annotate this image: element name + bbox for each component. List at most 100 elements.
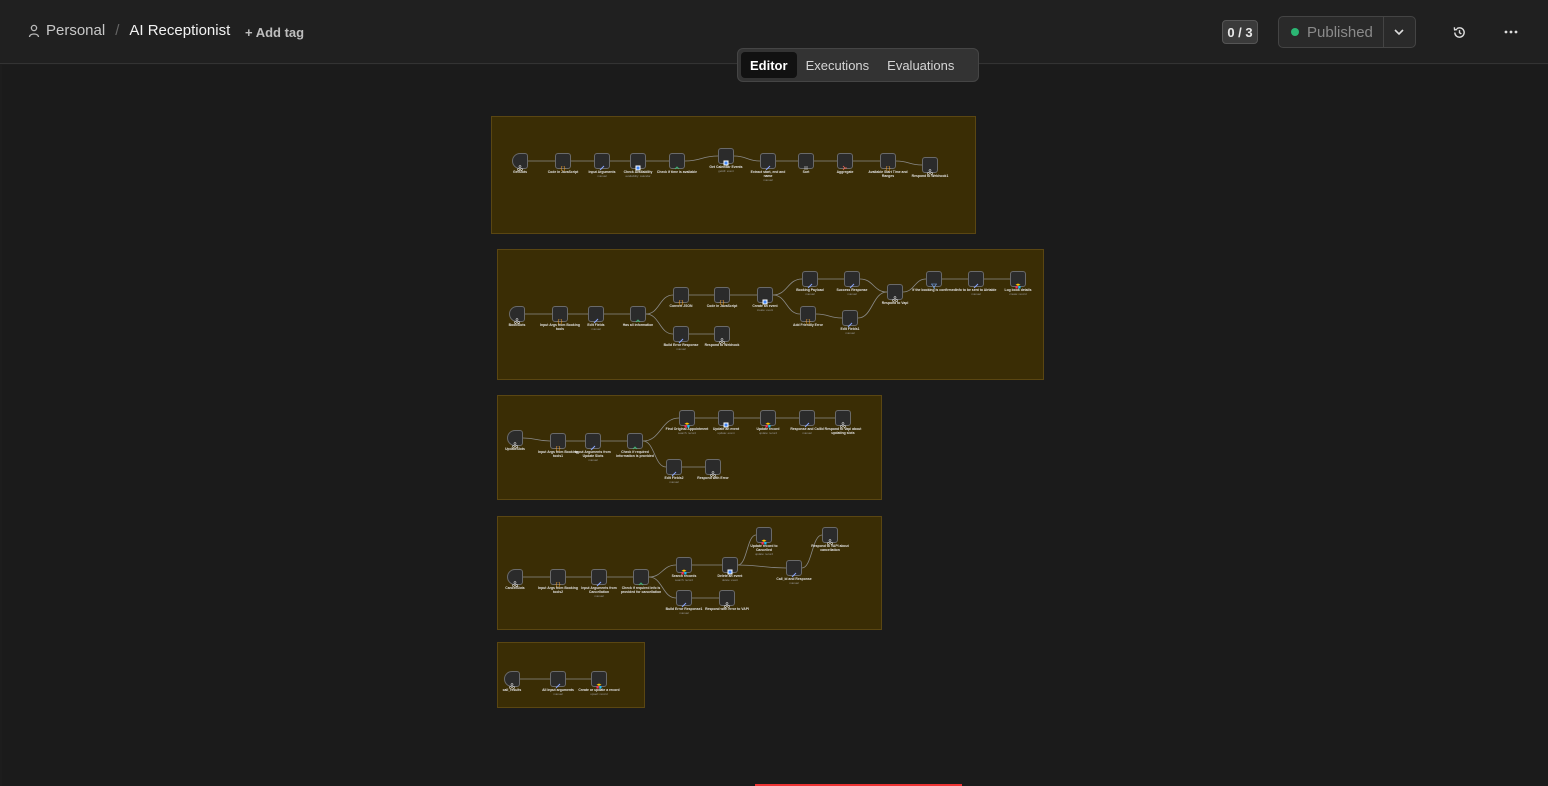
- node-title: call_results: [502, 688, 522, 692]
- tab-executions[interactable]: Executions: [797, 52, 879, 78]
- workflow-node[interactable]: [504, 671, 520, 689]
- node-title: Check if required information is provide…: [616, 450, 654, 458]
- active-counter-badge[interactable]: 0 / 3: [1222, 20, 1258, 44]
- workflow-node[interactable]: [822, 527, 838, 545]
- workflow-canvas[interactable]: GetSlots{} Code in JavaScript Input Argume…: [2, 65, 1548, 786]
- publish-dropdown-button[interactable]: [1382, 17, 1415, 47]
- edit-icon: [807, 276, 813, 289]
- node-title: Available Start Time and Ranges: [868, 170, 908, 178]
- workflow-node[interactable]: [550, 671, 566, 689]
- workflow-node[interactable]: [756, 527, 772, 545]
- workflow-node[interactable]: [798, 153, 814, 170]
- workflow-node[interactable]: {}: [550, 569, 566, 588]
- workflow-node[interactable]: [802, 271, 818, 289]
- connection-line[interactable]: [815, 313, 843, 319]
- workflow-node[interactable]: [591, 569, 607, 587]
- workflow-node[interactable]: {}: [880, 153, 896, 172]
- workflow-node[interactable]: [714, 326, 730, 344]
- node-label: Available Start Time and Ranges: [866, 170, 910, 179]
- node-label: Input Arguments from Update Slots manual: [571, 450, 615, 462]
- workflow-node[interactable]: [630, 306, 646, 323]
- workflow-node[interactable]: [760, 410, 776, 428]
- workflow-node[interactable]: [835, 410, 851, 428]
- more-horizontal-icon[interactable]: [1503, 25, 1519, 39]
- node-title: Extract start, end and name: [750, 170, 786, 178]
- node-label: Edit Fields2 manual: [652, 476, 696, 485]
- add-tag-button[interactable]: + Add tag: [245, 25, 304, 40]
- workflow-node[interactable]: [705, 459, 721, 477]
- workflow-node[interactable]: [799, 410, 815, 428]
- workflow-node[interactable]: [718, 148, 734, 166]
- airtable-icon: [681, 562, 687, 575]
- node-label: call_results: [490, 688, 534, 693]
- workflow-node[interactable]: {}: [550, 433, 566, 452]
- airtable-icon: [1015, 276, 1021, 289]
- node-title: Convert JSON: [669, 304, 693, 308]
- calendar-icon: [635, 158, 641, 171]
- workflow-node[interactable]: [757, 287, 773, 305]
- tab-editor[interactable]: Editor: [741, 52, 797, 78]
- node-label: Respond to VAPI about cancellation: [808, 544, 852, 553]
- history-icon[interactable]: [1452, 25, 1467, 40]
- workflow-node[interactable]: [676, 590, 692, 608]
- node-label: UpdateSlots: [493, 447, 537, 452]
- workflow-node[interactable]: [507, 430, 523, 448]
- view-tabs: Editor Executions Evaluations: [737, 48, 979, 82]
- node-label: Check Availability availability: calendar: [616, 170, 660, 179]
- workflow-title[interactable]: AI Receptionist: [129, 22, 230, 39]
- connection-line[interactable]: [684, 155, 719, 162]
- connection-line[interactable]: [895, 160, 923, 166]
- node-title: Respond to Webhook1: [911, 174, 949, 178]
- connection-line[interactable]: [737, 564, 787, 569]
- workflow-node[interactable]: [786, 560, 802, 578]
- tab-evaluations[interactable]: Evaluations: [878, 52, 963, 78]
- connection-line[interactable]: [733, 155, 761, 162]
- workflow-node[interactable]: [585, 433, 601, 451]
- workflow-node[interactable]: [633, 569, 649, 586]
- workflow-node[interactable]: {}: [555, 153, 571, 172]
- workflow-node[interactable]: [673, 326, 689, 344]
- workflow-node[interactable]: [588, 306, 604, 324]
- workflow-node[interactable]: [837, 153, 853, 171]
- workflow-node[interactable]: {}: [800, 306, 816, 325]
- workflow-node[interactable]: [760, 153, 776, 171]
- airtable-icon: [596, 676, 602, 689]
- workflow-node[interactable]: [722, 557, 738, 575]
- breadcrumb-project[interactable]: Personal: [46, 22, 105, 39]
- workflow-node[interactable]: [887, 284, 903, 302]
- workflow-node[interactable]: [968, 271, 984, 289]
- workflow-node[interactable]: [926, 271, 942, 289]
- node-label: Sort: [784, 170, 828, 175]
- workflow-node[interactable]: [512, 153, 528, 171]
- workflow-node[interactable]: {}: [552, 306, 568, 325]
- workflow-node[interactable]: [922, 157, 938, 175]
- node-title: Check if time is available: [656, 170, 698, 174]
- node-label: Code in JavaScript: [541, 170, 585, 175]
- node-label: Build Error Response1 manual: [662, 607, 706, 616]
- workflow-node[interactable]: [509, 306, 525, 324]
- published-button[interactable]: Published: [1279, 17, 1383, 47]
- workflow-node[interactable]: {}: [673, 287, 689, 306]
- workflow-node[interactable]: [842, 310, 858, 328]
- webhook-icon: [840, 415, 846, 428]
- node-label: Respond to Vapi: [873, 301, 917, 306]
- node-label: Add Friendly Error: [786, 323, 830, 328]
- workflow-node[interactable]: [676, 557, 692, 575]
- workflow-node[interactable]: [679, 410, 695, 428]
- workflow-node[interactable]: [1010, 271, 1026, 289]
- workflow-node[interactable]: [718, 410, 734, 428]
- connection-line[interactable]: [522, 437, 551, 442]
- workflow-node[interactable]: [669, 153, 685, 170]
- calendar-icon: [723, 153, 729, 166]
- workflow-node[interactable]: [844, 271, 860, 289]
- workflow-node[interactable]: [507, 569, 523, 587]
- node-label: Respond with error to VAPI: [705, 607, 749, 612]
- workflow-node[interactable]: [594, 153, 610, 171]
- workflow-node[interactable]: [627, 433, 643, 450]
- workflow-node[interactable]: [591, 671, 607, 689]
- workflow-node[interactable]: [719, 590, 735, 608]
- workflow-node[interactable]: [666, 459, 682, 477]
- workflow-node[interactable]: [630, 153, 646, 171]
- edit-icon: [590, 438, 596, 451]
- workflow-node[interactable]: {}: [714, 287, 730, 306]
